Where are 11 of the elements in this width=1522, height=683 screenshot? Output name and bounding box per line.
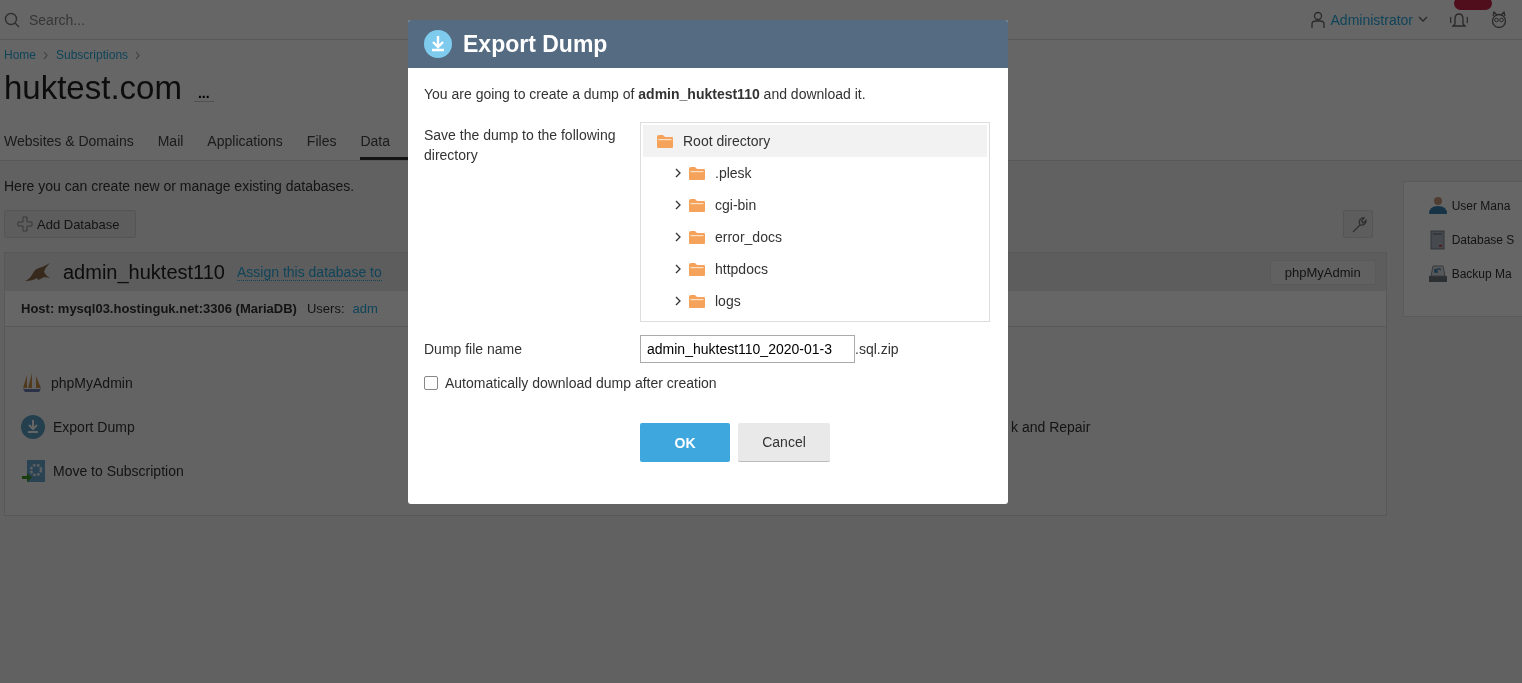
field-label: Dump file name: [424, 340, 524, 359]
page-title: huktest.com: [4, 68, 182, 108]
description-text: Here you can create new or manage existing databases.: [4, 178, 356, 194]
file-extension: .sql.zip: [855, 341, 899, 357]
dialog-title: Export Dump: [463, 30, 608, 58]
intro-text: You are going to create a dump of admin_huktest110 and download it.: [424, 86, 867, 102]
database-name: admin_huktest110: [63, 260, 225, 284]
field-label: Save the dump to the following directory: [424, 126, 617, 165]
users-label: Users:: [306, 301, 345, 316]
checkbox-label: Automatically download dump after creation: [445, 375, 717, 391]
host-text: Host: mysql03.hostinguk.net:3306 (MariaDB): [21, 301, 297, 316]
